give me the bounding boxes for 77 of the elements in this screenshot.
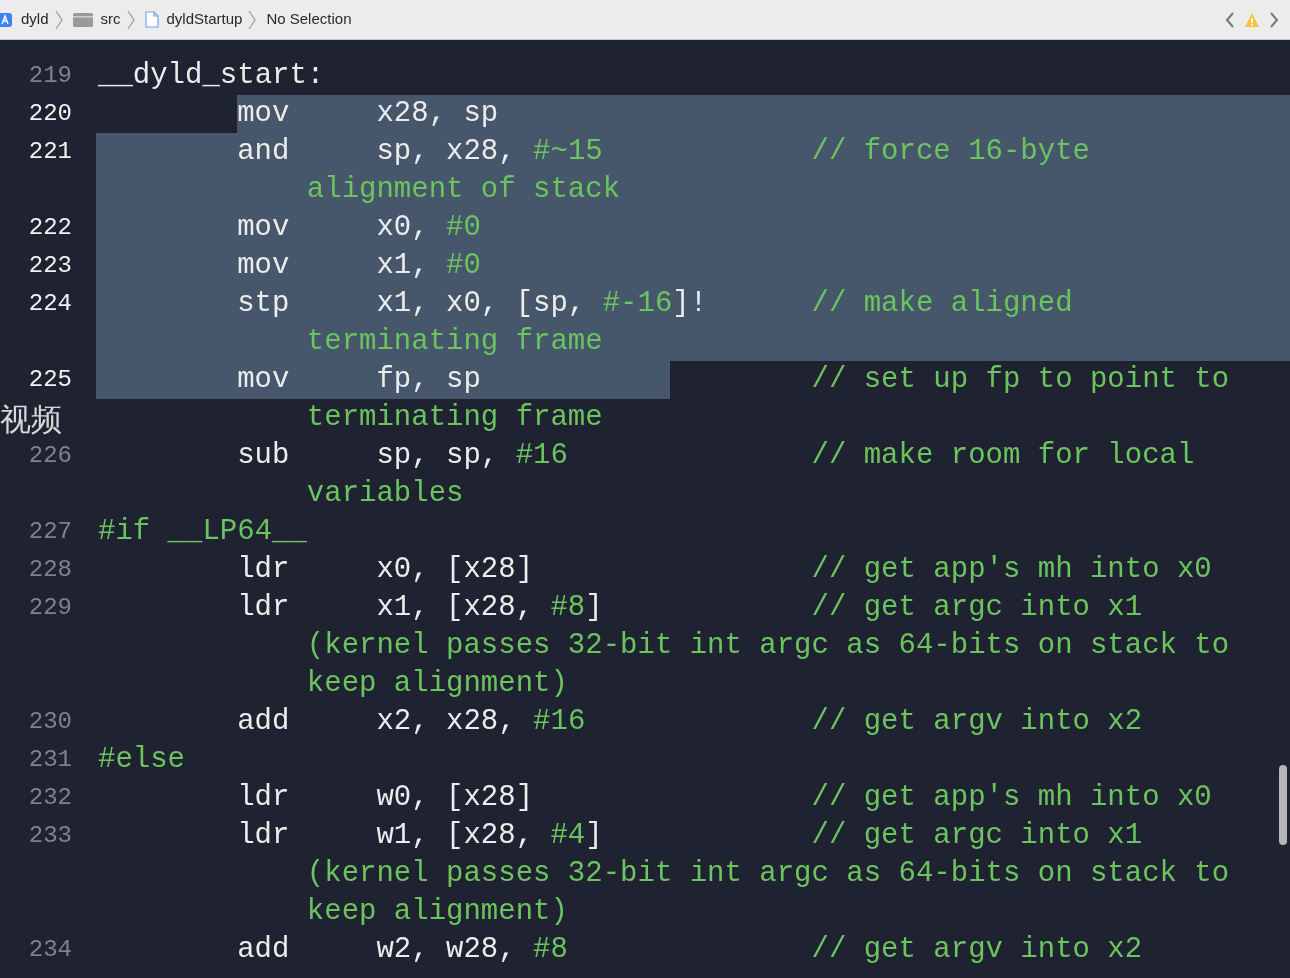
code-comment: // get argc into x1 (811, 590, 1143, 626)
operands: fp, sp (376, 363, 481, 396)
operands: x1, #0 (376, 249, 481, 282)
preprocessor-directive: #if __LP64__ (98, 514, 307, 550)
mnemonic: ldr (237, 818, 291, 854)
operands: x1, x0, [sp, #-16]! (376, 287, 708, 320)
code-comment: (kernel passes 32-bit int argc as 64-bits on stack to (306, 856, 1230, 892)
operands: x0, [x28] (376, 553, 534, 586)
line-number: 224 (27, 289, 72, 319)
operands: w2, w28, #8 (376, 933, 568, 966)
line-number: 221 (27, 137, 72, 167)
code-comment: keep alignment) (306, 666, 568, 702)
operands: sp, x28, #~15 (376, 135, 603, 168)
chevron-icon (126, 9, 135, 30)
folder-icon (72, 12, 93, 27)
line-number: 234 (27, 935, 72, 965)
preprocessor-directive: #else (98, 742, 185, 778)
code-comment: // get argv into x2 (811, 932, 1143, 968)
line-number: 225 (27, 365, 72, 395)
overlay-label: 视频 (0, 402, 62, 438)
code-comment: // get argv into x2 (811, 704, 1143, 740)
chevron-icon (248, 9, 257, 30)
code-comment: terminating frame (306, 400, 603, 436)
line-number: 227 (27, 517, 72, 547)
mnemonic: add (237, 704, 291, 740)
code-comment: variables (306, 476, 464, 512)
mnemonic: ldr (237, 590, 291, 626)
code-comment: // make aligned (811, 286, 1073, 322)
scrollbar-thumb[interactable] (1279, 765, 1287, 845)
code-comment: alignment of stack (306, 172, 621, 208)
operands: x28, sp (376, 97, 499, 130)
app-icon (0, 11, 13, 28)
line-number: 229 (27, 593, 72, 623)
mnemonic: mov (237, 96, 291, 132)
line-number: 233 (27, 821, 72, 851)
code-comment: // get app's mh into x0 (811, 552, 1212, 588)
code-comment: // get app's mh into x0 (811, 780, 1212, 816)
mnemonic: mov (237, 210, 291, 246)
line-number: 226 (27, 441, 72, 471)
mnemonic: mov (237, 248, 291, 284)
code-comment: // get argc into x1 (811, 818, 1143, 854)
code-label: __dyld_start: (98, 58, 325, 94)
line-number: 220 (27, 99, 72, 129)
line-number: 228 (27, 555, 72, 585)
code-comment: // force 16-byte (811, 134, 1090, 170)
line-number: 231 (27, 745, 72, 775)
operands: w1, [x28, #4] (376, 819, 603, 852)
code-comment: // set up fp to point to (811, 362, 1230, 398)
mnemonic: add (237, 932, 291, 968)
operands: x1, [x28, #8] (376, 591, 603, 624)
line-number: 232 (27, 783, 72, 813)
operands: x2, x28, #16 (376, 705, 586, 738)
operands: sp, sp, #16 (376, 439, 568, 472)
mnemonic: sub (237, 438, 291, 474)
code-comment: (kernel passes 32-bit int argc as 64-bits on stack to (306, 628, 1230, 664)
mnemonic: stp (237, 286, 291, 322)
chevron-icon (54, 9, 63, 30)
code-comment: terminating frame (306, 324, 603, 360)
mnemonic: ldr (237, 780, 291, 816)
forward-icon[interactable] (1268, 10, 1280, 29)
mnemonic: and (237, 134, 291, 170)
operands: w0, [x28] (376, 781, 534, 814)
line-number: 222 (27, 213, 72, 243)
line-number: 219 (27, 61, 72, 91)
line-number: 230 (27, 707, 72, 737)
breadcrumb-item[interactable]: No Selection (266, 8, 352, 31)
breadcrumb-item[interactable]: dyldStartup (166, 8, 243, 31)
line-number: 223 (27, 251, 72, 281)
mnemonic: ldr (237, 552, 291, 588)
breadcrumb-item[interactable]: dyld (21, 8, 49, 31)
code-comment: // make room for local (811, 438, 1195, 474)
back-icon[interactable] (1224, 10, 1236, 29)
mnemonic: mov (237, 362, 291, 398)
breadcrumb-item[interactable]: src (100, 8, 121, 31)
operands: x0, #0 (376, 211, 481, 244)
file-icon (144, 11, 159, 28)
code-comment: keep alignment) (306, 894, 568, 930)
